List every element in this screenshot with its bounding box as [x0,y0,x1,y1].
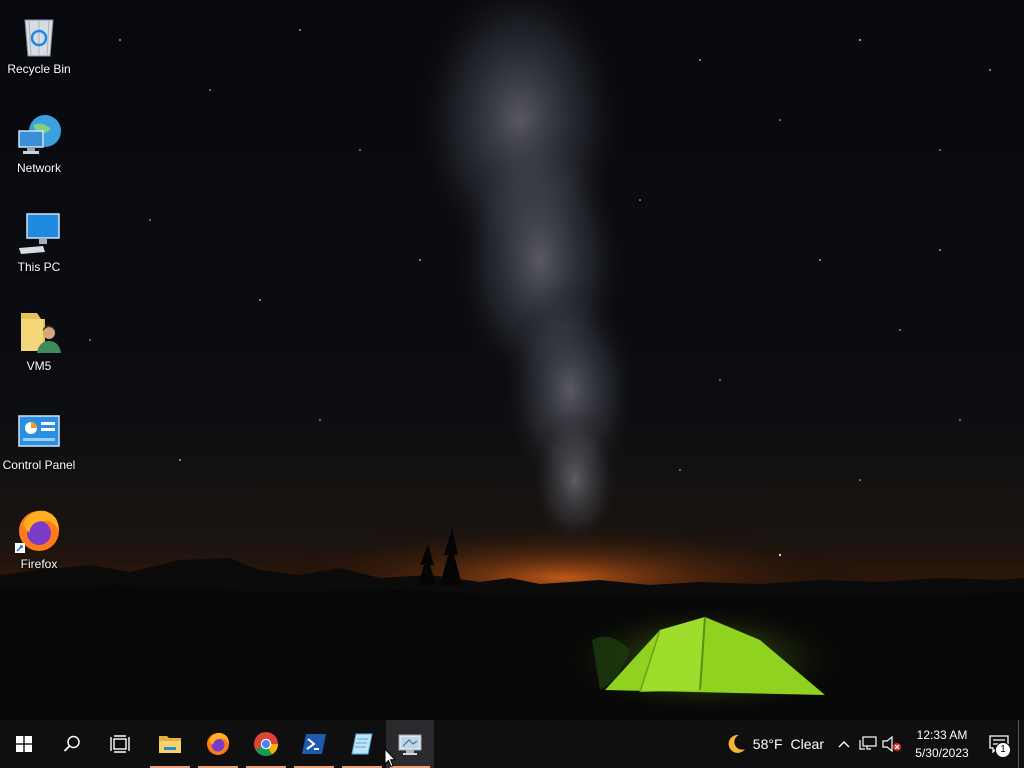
desktop-icon-label: Recycle Bin [7,62,71,76]
desktop-icon-label: Firefox [20,557,58,571]
desktop-icon-control-panel[interactable]: Control Panel [2,402,76,490]
desktop-icon-this-pc[interactable]: This PC [2,204,76,292]
clock-time: 12:33 AM [916,728,968,742]
recycle-bin-icon [15,12,63,60]
taskbar-chrome[interactable] [242,720,290,768]
file-explorer-icon [159,736,181,753]
windows-start-icon [16,736,32,752]
clock-date: 5/30/2023 [915,746,969,760]
system-tray: 58°F Clear 12:33 AM 5/30/2023 1 [717,720,1024,768]
show-hidden-icons-button[interactable] [832,720,856,768]
moon-icon [728,734,745,753]
mouse-cursor-icon [384,748,396,768]
user-folder-icon [15,309,63,357]
desktop-icon-vm5[interactable]: VM5 [2,303,76,391]
taskbar-file-explorer[interactable] [146,720,194,768]
desktop-icon-recycle-bin[interactable]: Recycle Bin [2,6,76,94]
network-icon [15,111,63,159]
desktop-icon-label: Network [16,161,61,175]
desktop-icon-label: VM5 [26,359,52,373]
search-button[interactable] [48,720,96,768]
firefox-icon [207,732,229,755]
taskbar-powershell[interactable] [290,720,338,768]
chrome-icon [254,732,278,757]
start-button[interactable] [0,720,48,768]
weather-widget[interactable]: 58°F Clear [717,733,832,755]
task-view-icon [110,735,130,753]
desktop-icon-label: This PC [17,260,61,274]
desktop-icon-network[interactable]: Network [2,105,76,193]
desktop-icon-label: Control Panel [2,458,76,472]
firefox-icon [15,507,63,555]
notepad-icon [351,733,373,755]
taskbar: 58°F Clear 12:33 AM 5/30/2023 1 [0,720,1024,768]
powershell-icon [302,734,326,754]
control-panel-icon [15,408,63,456]
chevron-up-icon [838,741,850,748]
volume-button[interactable] [880,720,904,768]
taskbar-notepad[interactable] [338,720,386,768]
network-status-button[interactable] [856,720,880,768]
desktop-icon-firefox[interactable]: Firefox [2,501,76,589]
taskbar-firefox[interactable] [194,720,242,768]
weather-condition: Clear [790,736,824,752]
remote-desktop-icon [398,734,422,755]
this-pc-icon [15,210,63,258]
volume-muted-icon [882,736,901,752]
notification-count-badge: 1 [995,742,1011,758]
taskbar-clock[interactable]: 12:33 AM 5/30/2023 [910,726,974,762]
weather-temperature: 58°F [752,736,783,752]
search-icon [63,735,80,752]
desktop-wallpaper [0,0,1024,720]
task-view-button[interactable] [96,720,144,768]
action-center-button[interactable]: 1 [980,720,1018,768]
show-desktop-button[interactable] [1018,720,1024,768]
wired-network-icon [859,736,877,750]
